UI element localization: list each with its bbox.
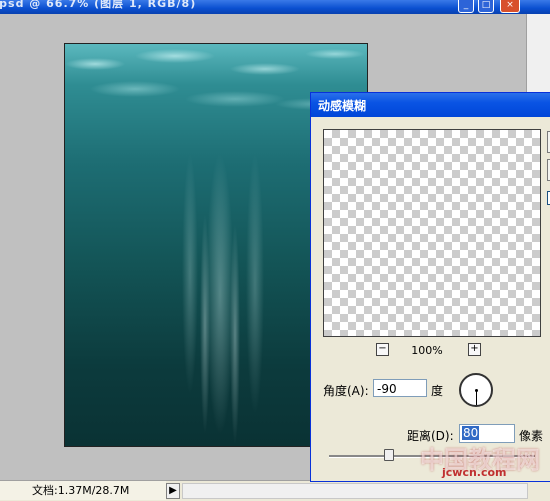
zoom-out-button[interactable]: − [376,343,389,356]
angle-dial-icon[interactable] [459,373,493,407]
status-bar: 文档:1.37M/28.7M ▶ [0,480,550,501]
plus-icon: + [470,343,479,354]
maximize-icon: □ [481,0,491,10]
angle-input[interactable]: -90 [373,379,427,397]
angle-label: 角度(A): [323,384,369,398]
minimize-icon: _ [463,0,469,10]
dial-center [475,389,478,392]
document-title-bar[interactable]: .psd @ 66.7% (图层 1, RGB/8) _ □ × [0,0,550,14]
triangle-right-icon: ▶ [169,485,177,496]
distance-slider-thumb[interactable] [384,449,394,461]
dial-needle [476,390,477,405]
motion-blur-dialog: 动感模糊 − 100% + 角度(A): -90 度 距离(D): 80 像素 [310,92,550,482]
light-rays [145,154,295,444]
close-icon: × [506,0,514,10]
dialog-title-bar[interactable]: 动感模糊 [311,93,550,117]
close-button[interactable]: × [500,0,520,13]
site-watermark: 中国教程网 jcwcn.com [420,440,550,480]
minus-icon: − [378,343,387,354]
maximize-button[interactable]: □ [478,0,494,13]
filter-preview[interactable] [323,129,541,337]
dialog-title: 动感模糊 [318,99,367,113]
zoom-level: 100% [411,344,443,357]
document-title: .psd @ 66.7% (图层 1, RGB/8) [0,0,197,10]
horizontal-scrollbar[interactable] [182,483,528,499]
angle-unit: 度 [431,384,444,398]
distance-value: 80 [462,426,480,440]
zoom-in-button[interactable]: + [468,343,481,356]
minimize-button[interactable]: _ [458,0,474,13]
doc-size-label: 文档:1.37M/28.7M [32,484,130,497]
watermark-url: jcwcn.com [442,466,507,479]
doc-size-field: 文档:1.37M/28.7M [0,481,166,500]
status-menu-button[interactable]: ▶ [166,483,180,499]
